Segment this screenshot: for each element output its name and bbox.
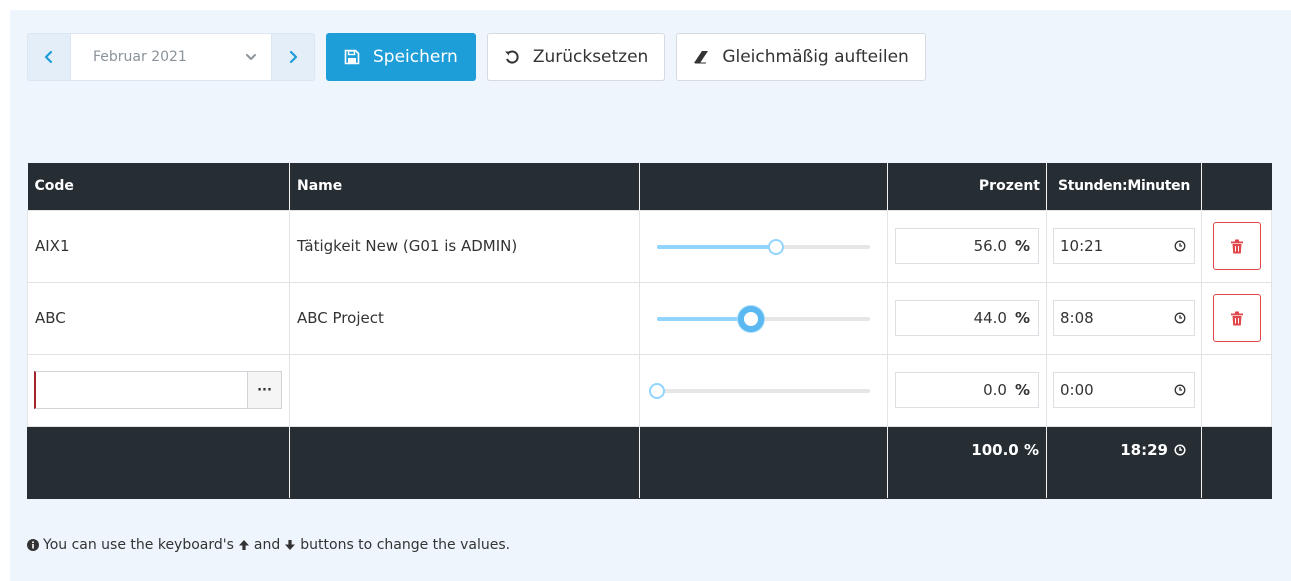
- slider-handle[interactable]: [768, 239, 785, 255]
- header-percent: Prozent: [887, 163, 1047, 210]
- percent-value: 56.0: [973, 237, 1007, 255]
- percent-input[interactable]: 0.0 %: [895, 372, 1039, 408]
- undo-icon: [504, 50, 519, 64]
- time-value: 10:21: [1060, 237, 1104, 255]
- info-icon: [27, 539, 39, 551]
- slider-fill: [657, 317, 751, 321]
- clock-icon: [1174, 384, 1186, 396]
- chevron-right-icon: [289, 50, 298, 64]
- cell-action-empty: [1201, 353, 1272, 427]
- time-input[interactable]: 8:08: [1053, 300, 1195, 336]
- table-header-row: Code Name Prozent Stunden:Minuten: [27, 163, 1272, 210]
- cell-code: ABC: [27, 281, 290, 355]
- header-time: Stunden:Minuten: [1046, 163, 1202, 210]
- percent-slider[interactable]: [649, 380, 870, 400]
- month-navigator: Februar 2021: [27, 33, 315, 81]
- total-percent: 100.0 %: [887, 425, 1047, 499]
- chevron-down-icon: [246, 54, 256, 60]
- delete-row-button[interactable]: [1212, 294, 1261, 342]
- slider-fill: [657, 245, 777, 249]
- toolbar: Februar 2021 Speichern Zurücksetzen Glei…: [27, 33, 926, 81]
- percent-unit: %: [1014, 381, 1030, 399]
- cell-code: AIX1: [27, 209, 290, 283]
- allocation-table: Code Name Prozent Stunden:Minuten AIX1 T…: [27, 163, 1272, 499]
- month-select-value: Februar 2021: [93, 49, 187, 65]
- save-button-label: Speichern: [373, 47, 458, 67]
- code-lookup-input[interactable]: ···: [34, 371, 282, 409]
- total-time: 18:29: [1054, 441, 1194, 459]
- cell-name: ABC Project: [289, 281, 640, 355]
- totals-row: 100.0 % 18:29: [27, 425, 1272, 499]
- main-panel: Februar 2021 Speichern Zurücksetzen Glei…: [10, 10, 1291, 581]
- time-value: 0:00: [1060, 381, 1094, 399]
- save-button[interactable]: Speichern: [326, 33, 476, 81]
- header-action: [1201, 163, 1272, 210]
- reset-button-label: Zurücksetzen: [532, 47, 649, 67]
- hint-text-1: You can use the keyboard's: [43, 537, 234, 553]
- percent-value: 0.0: [983, 381, 1007, 399]
- percent-slider[interactable]: [657, 306, 870, 332]
- percent-unit: %: [1014, 237, 1030, 255]
- slider-handle[interactable]: [737, 306, 764, 332]
- hint-text-3: buttons to change the values.: [300, 537, 511, 553]
- hint-text-2: and: [253, 537, 281, 553]
- month-select[interactable]: Februar 2021: [70, 34, 272, 80]
- previous-month-button[interactable]: [28, 34, 70, 80]
- split-evenly-button-label: Gleichmäßig aufteilen: [722, 47, 909, 67]
- reset-button[interactable]: Zurücksetzen: [486, 33, 666, 81]
- time-input[interactable]: 10:21: [1053, 228, 1195, 264]
- chevron-left-icon: [44, 50, 53, 64]
- time-value: 8:08: [1060, 309, 1094, 327]
- trash-icon: [1230, 239, 1243, 253]
- percent-unit: %: [1014, 309, 1030, 327]
- cell-name-empty: [289, 353, 640, 427]
- clock-icon: [1174, 240, 1186, 252]
- slider-handle[interactable]: [649, 383, 665, 399]
- header-slider: [639, 163, 888, 210]
- eraser-icon: [694, 51, 709, 64]
- percent-input[interactable]: 56.0 %: [895, 228, 1039, 264]
- split-evenly-button[interactable]: Gleichmäßig aufteilen: [676, 33, 926, 81]
- clock-icon: [1174, 312, 1186, 324]
- header-code: Code: [27, 163, 290, 210]
- next-month-button[interactable]: [272, 34, 314, 80]
- floppy-disk-icon: [344, 49, 360, 65]
- total-time-value: 18:29: [1120, 440, 1168, 459]
- percent-input[interactable]: 44.0 %: [895, 300, 1039, 336]
- delete-row-button[interactable]: [1212, 222, 1261, 270]
- cell-name: Tätigkeit New (G01 is ADMIN): [289, 209, 640, 283]
- percent-slider[interactable]: [657, 236, 870, 256]
- arrow-up-icon: [238, 540, 249, 550]
- table-row: ABC ABC Project 44.0 % 8:08: [27, 281, 1272, 355]
- trash-icon: [1230, 311, 1243, 325]
- table-row: AIX1 Tätigkeit New (G01 is ADMIN) 56.0 %: [27, 209, 1272, 283]
- header-name: Name: [289, 163, 640, 210]
- clock-icon: [1174, 443, 1186, 456]
- arrow-down-icon: [285, 540, 296, 550]
- slider-rail: [657, 389, 870, 393]
- percent-value: 44.0: [973, 309, 1007, 327]
- time-input[interactable]: 0:00: [1053, 372, 1195, 408]
- new-entry-row: ··· 0.0 % 0:00: [27, 353, 1272, 427]
- keyboard-hint: You can use the keyboard's and buttons t…: [27, 537, 510, 553]
- code-field[interactable]: [36, 372, 247, 408]
- code-lookup-button[interactable]: ···: [247, 372, 281, 408]
